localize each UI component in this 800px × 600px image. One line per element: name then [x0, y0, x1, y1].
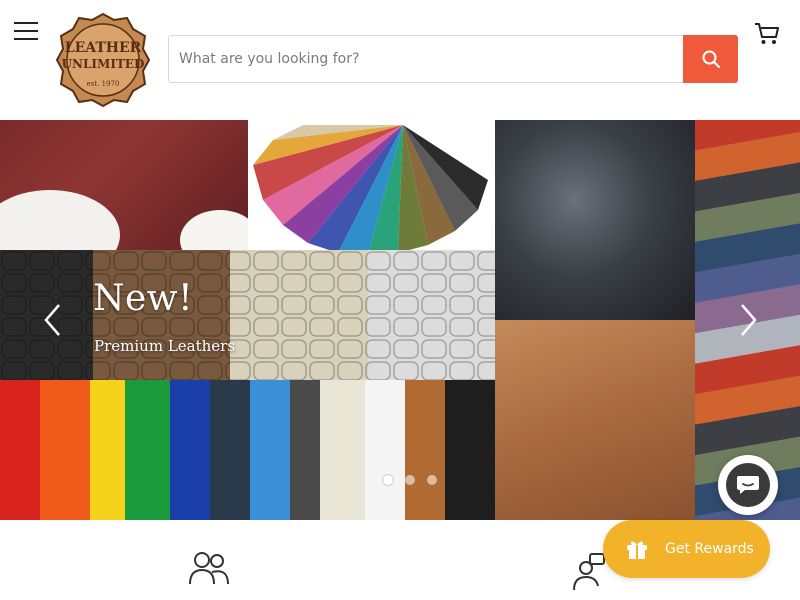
- hero-slider: New! Premium Leathers: [0, 120, 800, 520]
- hero-title: New!: [93, 278, 194, 319]
- hamburger-icon[interactable]: [12, 22, 40, 44]
- logo[interactable]: LEATHER UNLIMITED est. 1970: [55, 12, 151, 108]
- hero-image-black-leather: [495, 120, 695, 320]
- support-agent-icon: [572, 550, 608, 596]
- cart-button[interactable]: [752, 18, 782, 48]
- chat-button[interactable]: [718, 455, 778, 515]
- svg-text:LEATHER: LEATHER: [65, 40, 142, 56]
- get-rewards-button[interactable]: Get Rewards: [603, 520, 770, 578]
- slide-dot-3[interactable]: [427, 475, 437, 485]
- prev-slide-button[interactable]: [38, 300, 68, 340]
- svg-text:UNLIMITED: UNLIMITED: [62, 57, 145, 71]
- search-input[interactable]: [169, 36, 684, 82]
- slide-dot-1[interactable]: [383, 475, 393, 485]
- cart-icon: [755, 23, 779, 44]
- hero-image-tan-leather: [495, 320, 695, 520]
- slide-dots: [383, 475, 437, 485]
- site-header: LEATHER UNLIMITED est. 1970: [0, 0, 800, 120]
- gift-icon: [627, 541, 647, 559]
- hero-image-colorful-leathers: [0, 380, 495, 520]
- hero-subtitle: Premium Leathers: [94, 337, 236, 355]
- next-slide-button[interactable]: [733, 300, 763, 340]
- search-icon: [702, 50, 720, 68]
- chevron-right-icon: [741, 304, 757, 336]
- get-rewards-label: Get Rewards: [665, 541, 754, 557]
- hero-image-crocodile-embossed: [0, 250, 495, 380]
- svg-text:est. 1970: est. 1970: [87, 80, 120, 88]
- search-bar: [168, 35, 738, 83]
- users-icon: [188, 550, 230, 590]
- chat-icon: [737, 476, 759, 494]
- hero-image-burgundy-leather: [0, 120, 248, 250]
- slide-dot-2[interactable]: [405, 475, 415, 485]
- hero-image-color-swatch-fan: [248, 120, 495, 250]
- chevron-left-icon: [44, 304, 60, 336]
- search-button[interactable]: [683, 35, 738, 83]
